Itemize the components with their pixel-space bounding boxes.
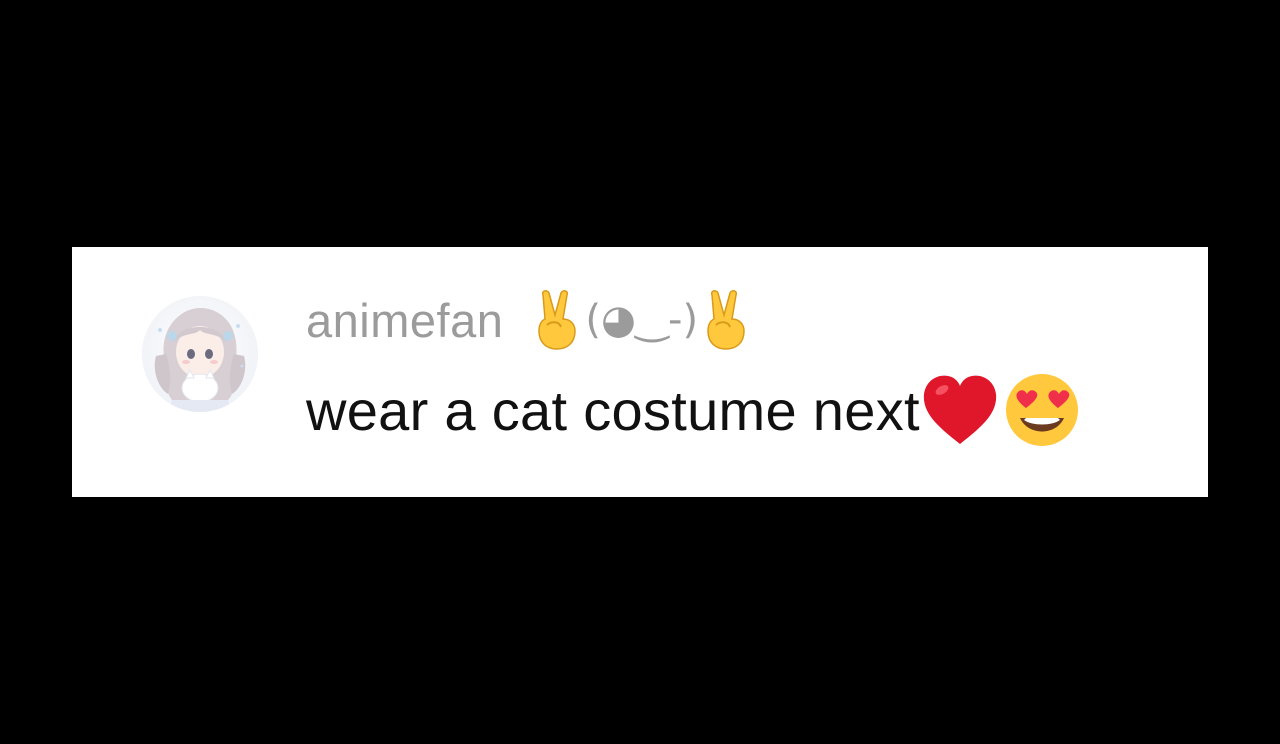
video-frame: animefan (◕‿-) wear a cat costume next <box>0 0 1280 744</box>
anime-girl-avatar-icon <box>142 296 258 412</box>
victory-hand-icon <box>531 289 583 351</box>
username-decoration: (◕‿-) <box>531 289 752 351</box>
avatar[interactable] <box>142 296 258 412</box>
victory-hand-icon <box>700 289 752 351</box>
comment-header: animefan (◕‿-) <box>306 284 752 356</box>
kaomoji: (◕‿-) <box>585 297 699 343</box>
username[interactable]: animefan <box>306 293 503 348</box>
comment-text: wear a cat costume next <box>306 378 920 442</box>
heart-eyes-face-icon <box>1000 370 1084 450</box>
comment-body: wear a cat costume next <box>306 368 1084 452</box>
red-heart-icon <box>920 372 1000 448</box>
